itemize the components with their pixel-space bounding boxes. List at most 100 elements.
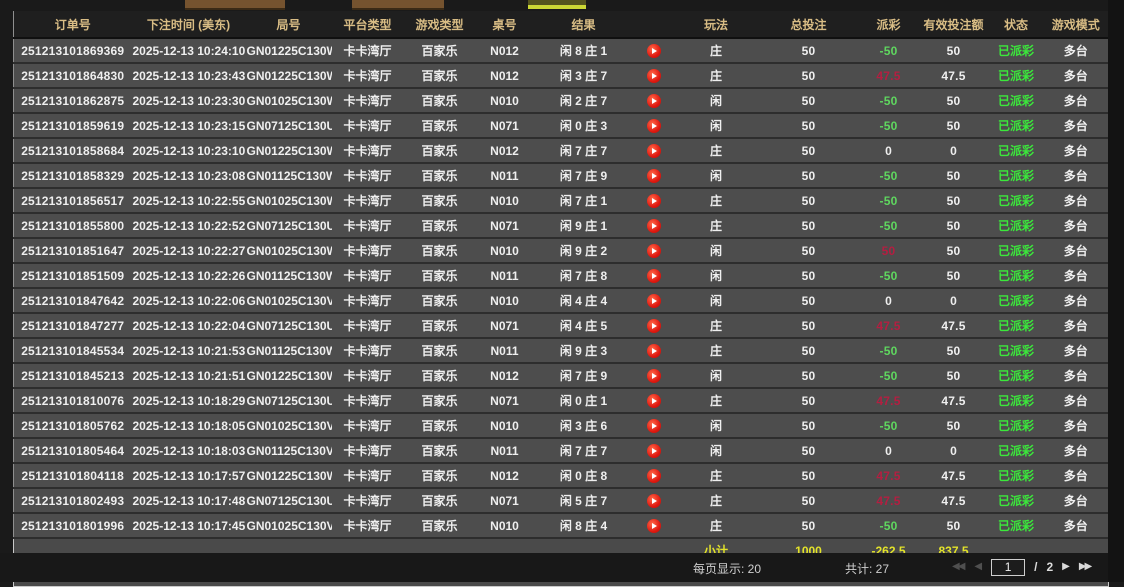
cell-order_no: 251213101802493	[14, 488, 132, 513]
cell-video	[634, 138, 674, 163]
cell-valid_bet: 47.5	[919, 388, 989, 413]
page-number-input[interactable]	[991, 559, 1025, 576]
cell-game_mode: 多台	[1044, 163, 1109, 188]
partial-button-2[interactable]	[352, 0, 444, 10]
cell-valid_bet: 50	[919, 163, 989, 188]
play-video-icon[interactable]	[647, 219, 661, 233]
cell-bet_time: 2025-12-13 10:23:08	[132, 163, 246, 188]
cell-payout: -50	[859, 513, 919, 538]
play-video-icon[interactable]	[647, 444, 661, 458]
cell-platform: 卡卡湾厅	[332, 138, 404, 163]
cell-round_no: GN07125C130UC	[246, 488, 332, 513]
cell-video	[634, 188, 674, 213]
cell-payout: 0	[859, 288, 919, 313]
play-video-icon[interactable]	[647, 494, 661, 508]
column-header-7	[634, 11, 674, 38]
play-video-icon[interactable]	[647, 44, 661, 58]
cell-game_type: 百家乐	[404, 338, 476, 363]
cell-total_bet: 50	[759, 388, 859, 413]
cell-play: 闲	[674, 238, 759, 263]
cell-platform: 卡卡湾厅	[332, 313, 404, 338]
top-strip	[0, 0, 1124, 11]
cell-video	[634, 163, 674, 188]
cell-order_no: 251213101856517	[14, 188, 132, 213]
play-video-icon[interactable]	[647, 269, 661, 283]
cell-result: 闲 3 庄 6	[534, 413, 634, 438]
table-row: 2512131018596192025-12-13 10:23:15GN0712…	[14, 113, 1109, 138]
next-page-icon[interactable]: ▶	[1062, 557, 1070, 577]
cell-order_no: 251213101847277	[14, 313, 132, 338]
total-count-label: 共计: 27	[845, 560, 889, 577]
cell-bet_time: 2025-12-13 10:22:06	[132, 288, 246, 313]
cell-result: 闲 7 庄 7	[534, 138, 634, 163]
cell-table_no: N011	[476, 438, 534, 463]
cell-round_no: GN01025C130W2	[246, 88, 332, 113]
cell-game_mode: 多台	[1044, 388, 1109, 413]
cell-bet_time: 2025-12-13 10:22:26	[132, 263, 246, 288]
play-video-icon[interactable]	[647, 144, 661, 158]
cell-video	[634, 338, 674, 363]
table-row: 2512131018693692025-12-13 10:24:10GN0122…	[14, 38, 1109, 63]
play-video-icon[interactable]	[647, 194, 661, 208]
cell-game_type: 百家乐	[404, 63, 476, 88]
cell-game_mode: 多台	[1044, 313, 1109, 338]
play-video-icon[interactable]	[647, 344, 661, 358]
play-video-icon[interactable]	[647, 94, 661, 108]
cell-valid_bet: 0	[919, 138, 989, 163]
cell-play: 庄	[674, 38, 759, 63]
cell-total_bet: 50	[759, 413, 859, 438]
total-pages-label: 2	[1046, 560, 1053, 574]
cell-platform: 卡卡湾厅	[332, 288, 404, 313]
cell-result: 闲 3 庄 7	[534, 63, 634, 88]
cell-bet_time: 2025-12-13 10:23:10	[132, 138, 246, 163]
cell-platform: 卡卡湾厅	[332, 513, 404, 538]
cell-total_bet: 50	[759, 288, 859, 313]
cell-round_no: GN07125C130UD	[246, 388, 332, 413]
cell-platform: 卡卡湾厅	[332, 463, 404, 488]
cell-status: 已派彩	[989, 188, 1044, 213]
first-page-icon[interactable]: ◀◀	[952, 557, 965, 577]
cell-game_type: 百家乐	[404, 163, 476, 188]
play-video-icon[interactable]	[647, 394, 661, 408]
cell-game_mode: 多台	[1044, 288, 1109, 313]
cell-total_bet: 50	[759, 238, 859, 263]
cell-game_mode: 多台	[1044, 38, 1109, 63]
last-page-icon[interactable]: ▶▶	[1079, 557, 1092, 577]
cell-order_no: 251213101801996	[14, 513, 132, 538]
cell-game_type: 百家乐	[404, 213, 476, 238]
cell-game_mode: 多台	[1044, 238, 1109, 263]
cell-play: 闲	[674, 113, 759, 138]
cell-total_bet: 50	[759, 513, 859, 538]
cell-play: 闲	[674, 363, 759, 388]
play-video-icon[interactable]	[647, 294, 661, 308]
cell-round_no: GN01125C130W5	[246, 163, 332, 188]
per-page-label: 每页显示: 20	[693, 560, 761, 577]
table-row: 2512131018515092025-12-13 10:22:26GN0112…	[14, 263, 1109, 288]
cell-round_no: GN07125C130UK	[246, 213, 332, 238]
active-tab-underline[interactable]	[528, 0, 586, 9]
cell-status: 已派彩	[989, 313, 1044, 338]
cell-play: 闲	[674, 438, 759, 463]
play-video-icon[interactable]	[647, 519, 661, 533]
prev-page-icon[interactable]: ◀	[974, 557, 982, 577]
cell-result: 闲 0 庄 1	[534, 388, 634, 413]
cell-bet_time: 2025-12-13 10:23:15	[132, 113, 246, 138]
play-video-icon[interactable]	[647, 419, 661, 433]
play-video-icon[interactable]	[647, 119, 661, 133]
column-header-1: 下注时间 (美东)	[132, 11, 246, 38]
cell-status: 已派彩	[989, 38, 1044, 63]
cell-round_no: GN01025C130VQ	[246, 413, 332, 438]
cell-result: 闲 7 庄 9	[534, 363, 634, 388]
play-video-icon[interactable]	[647, 319, 661, 333]
cell-game_mode: 多台	[1044, 213, 1109, 238]
play-video-icon[interactable]	[647, 169, 661, 183]
partial-button-1[interactable]	[185, 0, 285, 10]
column-header-12: 状态	[989, 11, 1044, 38]
cell-order_no: 251213101810076	[14, 388, 132, 413]
play-video-icon[interactable]	[647, 69, 661, 83]
play-video-icon[interactable]	[647, 469, 661, 483]
cell-video	[634, 213, 674, 238]
play-video-icon[interactable]	[647, 369, 661, 383]
play-video-icon[interactable]	[647, 244, 661, 258]
table-row: 2512131018019962025-12-13 10:17:45GN0102…	[14, 513, 1109, 538]
